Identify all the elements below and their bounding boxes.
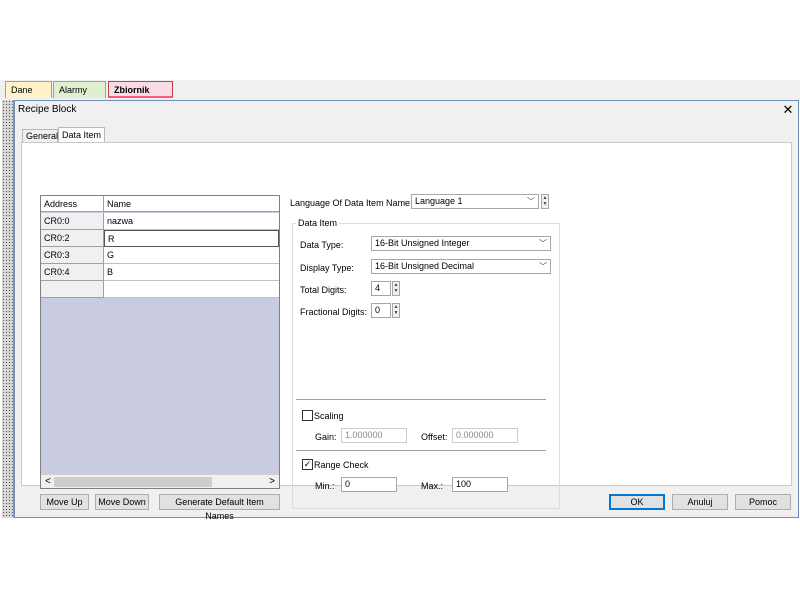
max-input[interactable]: 100	[452, 477, 508, 492]
scaling-label: Scaling	[314, 411, 344, 421]
column-header-address[interactable]: Address	[41, 196, 104, 212]
doc-tab-zbiornik[interactable]: Zbiornik (#1)	[108, 81, 173, 111]
total-digits-spinner[interactable]: ▲ ▼	[392, 281, 400, 296]
dialog-title: Recipe Block	[18, 104, 77, 115]
range-check-label: Range Check	[314, 460, 369, 470]
data-type-value: 16-Bit Unsigned Integer	[375, 238, 470, 248]
divider	[296, 399, 546, 400]
column-header-name[interactable]: Name	[104, 196, 279, 212]
gain-label: Gain:	[315, 432, 337, 442]
spin-down-icon[interactable]: ▼	[393, 310, 399, 316]
scaling-checkbox[interactable]	[302, 410, 313, 421]
total-digits-input[interactable]: 4	[371, 281, 391, 296]
data-item-panel: Address Name CR0:0 nazwa CR0:2 R CR0:3 G…	[21, 142, 792, 521]
table-row[interactable]: CR0:0 nazwa	[41, 213, 279, 230]
language-select[interactable]: Language 1 ﹀	[411, 194, 539, 209]
grid-header: Address Name	[41, 196, 279, 212]
table-row-new[interactable]	[41, 281, 279, 298]
range-check-checkbox[interactable]: ✓	[302, 459, 313, 470]
min-input[interactable]: 0	[341, 477, 397, 492]
fractional-digits-input[interactable]: 0	[371, 303, 391, 318]
language-label: Language Of Data Item Name:	[290, 198, 413, 208]
chevron-down-icon: ﹀	[527, 197, 535, 206]
close-icon[interactable]: ✕	[779, 102, 797, 118]
row-address-cell: CR0:3	[41, 247, 104, 264]
spin-down-icon[interactable]: ▼	[393, 288, 399, 294]
data-type-label: Data Type:	[300, 240, 344, 250]
language-spinner[interactable]: ▲ ▼	[541, 194, 549, 209]
offset-input[interactable]: 0.000000	[452, 428, 518, 443]
row-name-cell[interactable]	[104, 281, 279, 298]
display-type-value: 16-Bit Unsigned Decimal	[375, 261, 475, 271]
table-row[interactable]: CR0:2 R	[41, 230, 279, 247]
row-name-cell[interactable]: B	[104, 264, 279, 281]
table-row[interactable]: CR0:4 B	[41, 264, 279, 281]
fractional-digits-spinner[interactable]: ▲ ▼	[392, 303, 400, 318]
tab-label: Data Item	[62, 130, 102, 140]
doc-tab-alarmy[interactable]: Alarmy (#3)	[53, 81, 106, 111]
row-address-cell	[41, 281, 104, 298]
tab-data-item[interactable]: Data Item	[58, 127, 105, 142]
move-down-button[interactable]: Move Down	[95, 494, 149, 510]
horizontal-scrollbar[interactable]: < >	[41, 474, 279, 488]
row-address-cell: CR0:0	[41, 213, 104, 230]
row-name-cell[interactable]: nazwa	[104, 213, 279, 230]
doc-tab-dane[interactable]: Dane (#2)	[5, 81, 52, 111]
row-name-cell-selected[interactable]: R	[104, 230, 279, 247]
tab-label: General	[26, 131, 59, 141]
chevron-down-icon: ﹀	[539, 239, 547, 248]
display-type-select[interactable]: 16-Bit Unsigned Decimal ﹀	[371, 259, 551, 274]
offset-label: Offset:	[421, 432, 448, 442]
ok-button[interactable]: OK	[609, 494, 665, 510]
scrollbar-thumb[interactable]	[54, 477, 212, 487]
data-item-group-title: Data Item	[296, 218, 340, 228]
chevron-down-icon: ﹀	[539, 262, 547, 271]
row-address-cell: CR0:4	[41, 264, 104, 281]
total-digits-label: Total Digits:	[300, 285, 347, 295]
table-row[interactable]: CR0:3 G	[41, 247, 279, 264]
display-type-label: Display Type:	[300, 263, 354, 273]
row-name-cell[interactable]: G	[104, 247, 279, 264]
fractional-digits-label: Fractional Digits:	[300, 307, 368, 317]
help-button[interactable]: Pomoc	[735, 494, 791, 510]
tab-general[interactable]: General	[22, 129, 58, 142]
data-type-select[interactable]: 16-Bit Unsigned Integer ﹀	[371, 236, 551, 251]
generate-default-names-button[interactable]: Generate Default Item Names	[159, 494, 280, 521]
editor-dotted-strip	[2, 100, 14, 518]
min-label: Min.:	[315, 481, 335, 491]
cancel-button[interactable]: Anuluj	[672, 494, 728, 510]
scroll-left-arrow-icon[interactable]: <	[43, 475, 53, 489]
data-item-grid[interactable]: Address Name CR0:0 nazwa CR0:2 R CR0:3 G…	[40, 195, 280, 489]
row-address-cell: CR0:2	[41, 230, 104, 247]
move-up-button[interactable]: Move Up	[40, 494, 89, 510]
language-select-value: Language 1	[415, 196, 463, 206]
scroll-right-arrow-icon[interactable]: >	[267, 475, 277, 489]
max-label: Max.:	[421, 481, 444, 491]
spin-down-icon[interactable]: ▼	[542, 201, 548, 207]
gain-input[interactable]: 1.000000	[341, 428, 407, 443]
divider	[296, 450, 546, 451]
recipe-block-dialog: Recipe Block ✕ General Data Item Address…	[14, 100, 799, 521]
